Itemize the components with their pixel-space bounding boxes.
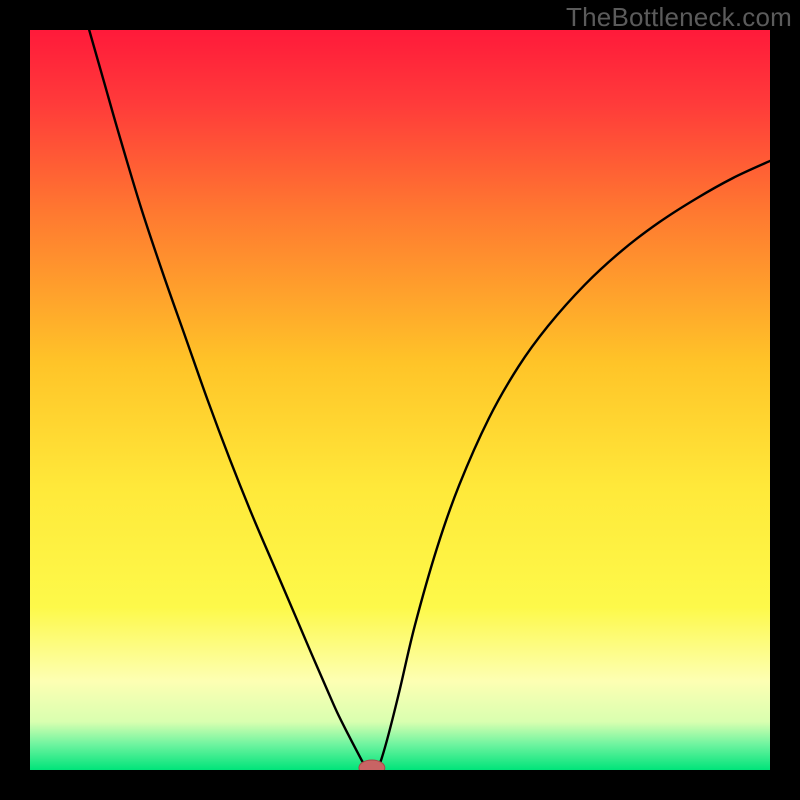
chart-frame: TheBottleneck.com: [0, 0, 800, 800]
gradient-background: [30, 30, 770, 770]
chart-svg: [30, 30, 770, 770]
watermark-text: TheBottleneck.com: [566, 2, 792, 33]
plot-area: [30, 30, 770, 770]
